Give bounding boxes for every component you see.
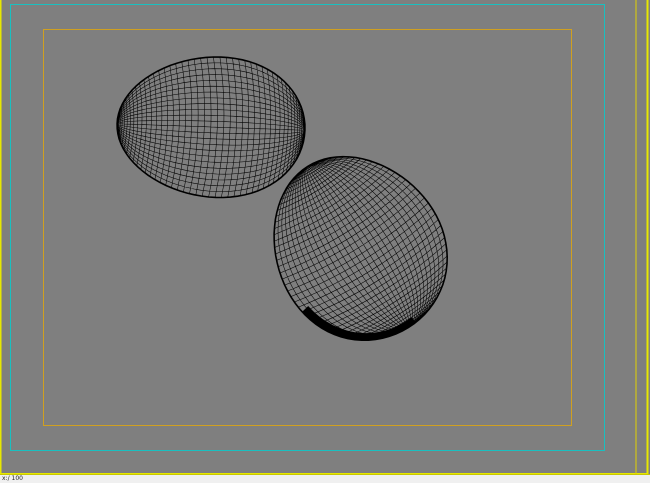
safe-frame-outer: [10, 4, 605, 451]
egg-mesh-left[interactable]: [116, 56, 306, 199]
safe-frame-inner: [43, 29, 572, 426]
active-viewport-border: [0, 0, 649, 475]
egg-wire-lines: [273, 156, 448, 341]
viewport-canvas[interactable]: [0, 0, 650, 482]
viewport[interactable]: [0, 0, 650, 482]
egg-mesh-right[interactable]: [273, 155, 449, 341]
